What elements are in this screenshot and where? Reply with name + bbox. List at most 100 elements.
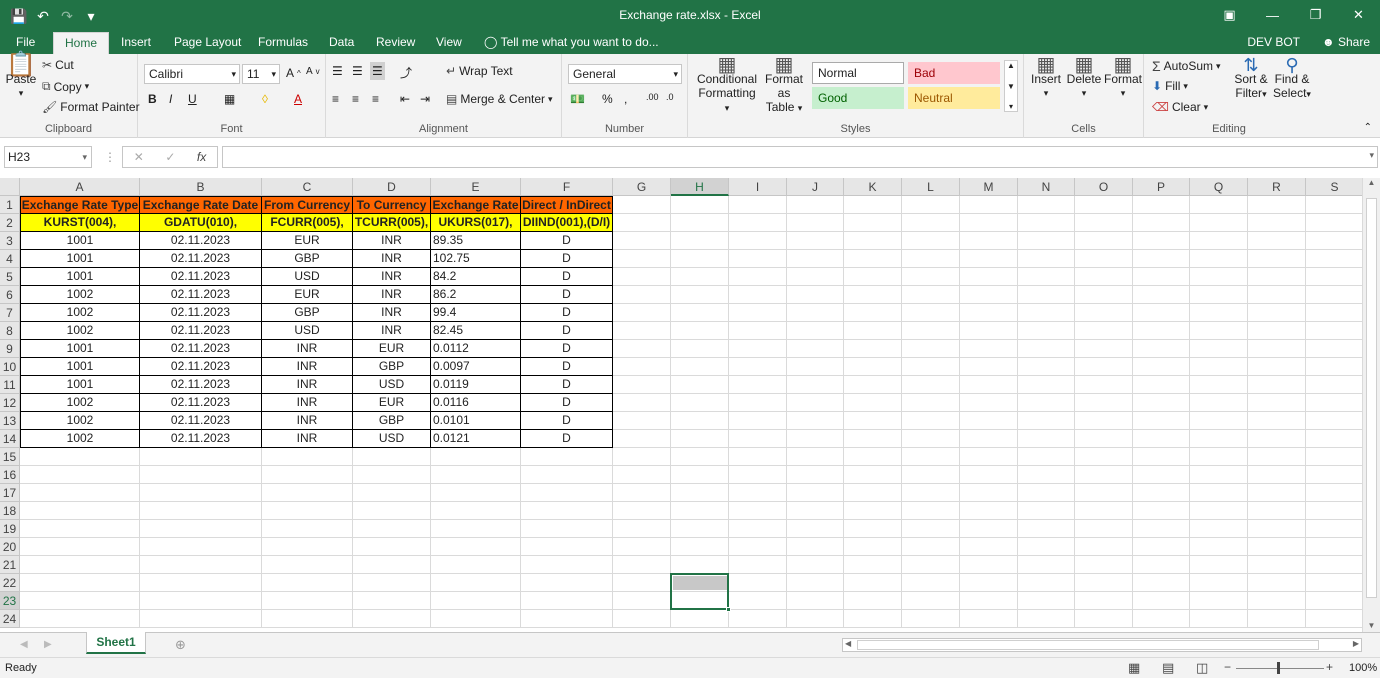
cell-m12[interactable] <box>960 394 1018 412</box>
cell-j21[interactable] <box>787 556 844 574</box>
zoom-in-icon[interactable]: + <box>1326 660 1333 674</box>
cell-o13[interactable] <box>1075 412 1133 430</box>
cell-k20[interactable] <box>844 538 902 556</box>
cell-j11[interactable] <box>787 376 844 394</box>
cell-h7[interactable] <box>671 304 729 322</box>
cell-h21[interactable] <box>671 556 729 574</box>
column-header-p[interactable]: P <box>1133 178 1190 196</box>
cell-i5[interactable] <box>729 268 787 286</box>
find-select-button[interactable]: ⚲ Find & Select▾ <box>1272 56 1312 101</box>
cell-m16[interactable] <box>960 466 1018 484</box>
style-bad[interactable]: Bad <box>908 62 1000 84</box>
column-header-c[interactable]: C <box>262 178 353 196</box>
cell-c5[interactable]: USD <box>262 268 353 286</box>
cell-l3[interactable] <box>902 232 960 250</box>
align-bottom-icon[interactable]: ☰ <box>370 62 385 80</box>
cell-m15[interactable] <box>960 448 1018 466</box>
cell-o7[interactable] <box>1075 304 1133 322</box>
vertical-scroll-thumb[interactable] <box>1366 198 1377 598</box>
cell-a4[interactable]: 1001 <box>20 250 140 268</box>
cell-k10[interactable] <box>844 358 902 376</box>
cell-k21[interactable] <box>844 556 902 574</box>
cell-h13[interactable] <box>671 412 729 430</box>
cell-c18[interactable] <box>262 502 353 520</box>
scroll-up-icon[interactable]: ▲ <box>1363 178 1380 187</box>
cell-l15[interactable] <box>902 448 960 466</box>
cell-q5[interactable] <box>1190 268 1248 286</box>
row-header-9[interactable]: 9 <box>0 340 20 358</box>
cell-i9[interactable] <box>729 340 787 358</box>
cell-j9[interactable] <box>787 340 844 358</box>
cut-button[interactable]: ✂ Cut <box>42 58 74 72</box>
cell-b2[interactable]: GDATU(010), <box>140 214 262 232</box>
cell-e14[interactable]: 0.0121 <box>431 430 521 448</box>
fill-color-icon[interactable]: ◊ <box>262 92 268 106</box>
cell-h4[interactable] <box>671 250 729 268</box>
cell-r4[interactable] <box>1248 250 1306 268</box>
cell-o8[interactable] <box>1075 322 1133 340</box>
cell-k7[interactable] <box>844 304 902 322</box>
format-painter-button[interactable]: 🖌 Format Painter <box>42 100 140 114</box>
cell-i10[interactable] <box>729 358 787 376</box>
cell-q1[interactable] <box>1190 196 1248 214</box>
cell-c24[interactable] <box>262 610 353 628</box>
cell-g3[interactable] <box>613 232 671 250</box>
column-header-b[interactable]: B <box>140 178 262 196</box>
cell-g9[interactable] <box>613 340 671 358</box>
cell-k9[interactable] <box>844 340 902 358</box>
cell-s19[interactable] <box>1306 520 1362 538</box>
cell-n23[interactable] <box>1018 592 1075 610</box>
cell-s10[interactable] <box>1306 358 1362 376</box>
cell-j15[interactable] <box>787 448 844 466</box>
tab-page-layout[interactable]: Page Layout <box>172 32 243 54</box>
column-header-j[interactable]: J <box>787 178 844 196</box>
cell-k18[interactable] <box>844 502 902 520</box>
cell-o12[interactable] <box>1075 394 1133 412</box>
cell-n24[interactable] <box>1018 610 1075 628</box>
cell-i4[interactable] <box>729 250 787 268</box>
cell-n11[interactable] <box>1018 376 1075 394</box>
cell-m23[interactable] <box>960 592 1018 610</box>
cell-p6[interactable] <box>1133 286 1190 304</box>
cell-k4[interactable] <box>844 250 902 268</box>
cell-f10[interactable]: D <box>521 358 613 376</box>
style-normal[interactable]: Normal <box>812 62 904 84</box>
cell-o20[interactable] <box>1075 538 1133 556</box>
cell-n3[interactable] <box>1018 232 1075 250</box>
cell-p20[interactable] <box>1133 538 1190 556</box>
cell-g12[interactable] <box>613 394 671 412</box>
bold-button[interactable]: B <box>148 92 157 106</box>
cell-j8[interactable] <box>787 322 844 340</box>
cell-r2[interactable] <box>1248 214 1306 232</box>
cell-b23[interactable] <box>140 592 262 610</box>
cell-s13[interactable] <box>1306 412 1362 430</box>
row-header-5[interactable]: 5 <box>0 268 20 286</box>
scroll-left-icon[interactable]: ◀ <box>845 639 851 648</box>
cell-f5[interactable]: D <box>521 268 613 286</box>
cell-q15[interactable] <box>1190 448 1248 466</box>
cell-a5[interactable]: 1001 <box>20 268 140 286</box>
cell-k1[interactable] <box>844 196 902 214</box>
cell-c14[interactable]: INR <box>262 430 353 448</box>
cell-j20[interactable] <box>787 538 844 556</box>
cell-m7[interactable] <box>960 304 1018 322</box>
prev-sheet-icon[interactable]: ◀ <box>20 639 28 650</box>
cell-a21[interactable] <box>20 556 140 574</box>
column-header-f[interactable]: F <box>521 178 613 196</box>
merge-center-button[interactable]: ▤ Merge & Center ▾ <box>446 92 553 106</box>
cell-g23[interactable] <box>613 592 671 610</box>
cell-m8[interactable] <box>960 322 1018 340</box>
cell-b1[interactable]: Exchange Rate Date <box>140 196 262 214</box>
cell-p23[interactable] <box>1133 592 1190 610</box>
row-header-21[interactable]: 21 <box>0 556 20 574</box>
cell-e20[interactable] <box>431 538 521 556</box>
cell-r16[interactable] <box>1248 466 1306 484</box>
cell-k15[interactable] <box>844 448 902 466</box>
row-header-16[interactable]: 16 <box>0 466 20 484</box>
scroll-right-icon[interactable]: ▶ <box>1353 639 1359 648</box>
cell-g5[interactable] <box>613 268 671 286</box>
cell-m3[interactable] <box>960 232 1018 250</box>
cell-q19[interactable] <box>1190 520 1248 538</box>
cell-d11[interactable]: USD <box>353 376 431 394</box>
cell-g6[interactable] <box>613 286 671 304</box>
